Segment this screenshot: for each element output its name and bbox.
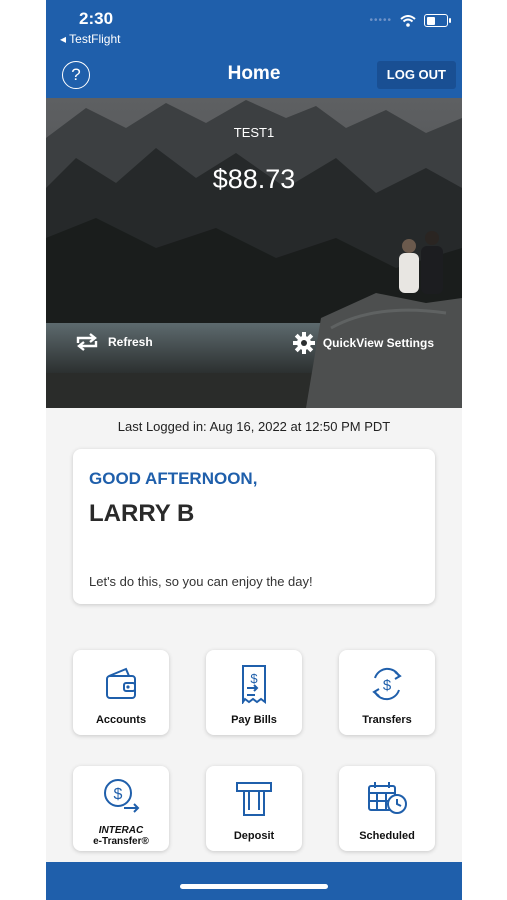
quickview-settings-button[interactable]: QuickView Settings [292,332,434,354]
battery-icon [424,14,451,27]
logout-button[interactable]: LOG OUT [376,61,456,89]
status-icons: ••••• [369,14,451,27]
tile-pay-bills-label: Pay Bills [231,714,277,726]
calendar-clock-icon [368,782,407,814]
svg-text:$: $ [114,786,123,803]
signal-dots-icon: ••••• [369,15,392,26]
phone-screen: 2:30 ◂ TestFlight ••••• ? Home LOG OUT T… [46,0,462,900]
refresh-icon [76,333,98,351]
tile-deposit-label: Deposit [233,830,275,842]
gear-icon [292,332,315,354]
tile-scheduled-label: Scheduled [359,830,415,842]
last-login-text: Last Logged in: Aug 16, 2022 at 12:50 PM… [117,419,391,434]
greeting-message: Let's do this, so you can enjoy the day! [89,574,313,589]
tile-transfers[interactable]: $ Transfers [339,650,435,735]
tile-accounts-label: Accounts [95,714,147,726]
etransfer-icon: $ [104,779,140,813]
refresh-button[interactable]: Refresh [74,333,153,351]
quickview-label: QuickView Settings [322,336,434,350]
greeting-name: LARRY B [89,500,195,527]
atm-icon [236,782,272,816]
tile-pay-bills[interactable]: $ Pay Bills [206,650,302,735]
tile-interac-etransfer[interactable]: $ INTERAC e-Transfer® [73,766,169,851]
greeting-card: GOOD AFTERNOON, LARRY B Let's do this, s… [73,449,435,604]
tile-scheduled[interactable]: Scheduled [339,766,435,851]
greeting-label: GOOD AFTERNOON, [89,469,258,488]
tile-accounts[interactable]: Accounts [73,650,169,735]
account-name[interactable]: TEST1 [46,125,462,140]
transfer-icon: $ [372,667,402,701]
tile-transfers-label: Transfers [362,714,412,726]
wallet-icon [106,667,136,699]
wifi-icon [400,14,416,27]
bottom-nav-bar [46,862,462,900]
mountain-lake-image [46,98,462,408]
testflight-back-link[interactable]: ◂ TestFlight [60,32,121,46]
svg-text:$: $ [250,671,258,686]
tile-deposit[interactable]: Deposit [206,766,302,851]
bill-icon: $ [242,665,266,704]
svg-text:$: $ [383,677,392,694]
account-balance[interactable]: $88.73 [46,164,462,195]
tile-interac-label: INTERAC e-Transfer® [93,825,149,847]
status-time: 2:30 [79,9,114,28]
home-indicator[interactable] [180,884,328,889]
account-hero: TEST1 $88.73 Refresh QuickView Settings [46,98,462,408]
refresh-label: Refresh [108,335,153,349]
